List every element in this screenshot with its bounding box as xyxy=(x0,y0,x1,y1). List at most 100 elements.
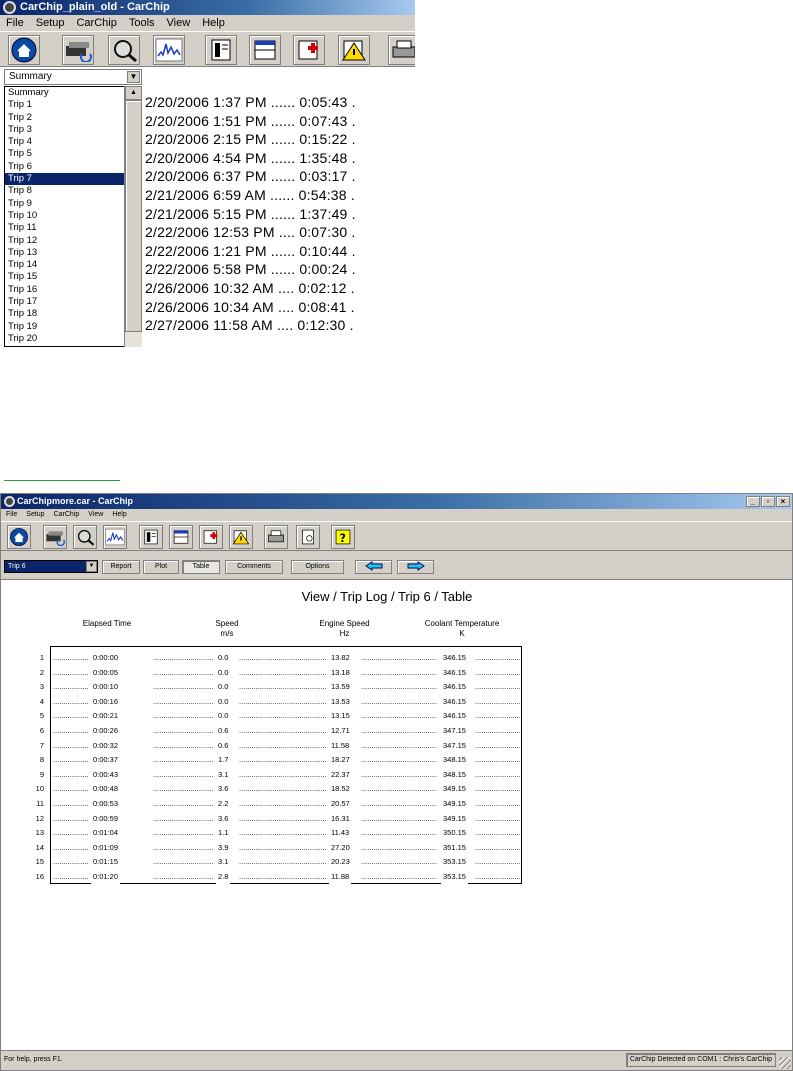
dropdown-option[interactable]: Trip 8 xyxy=(5,185,141,197)
menu-file[interactable]: File xyxy=(6,509,17,521)
row-number: 15 xyxy=(35,857,44,867)
dropdown-scrollbar[interactable]: ▲ xyxy=(124,86,142,347)
options-button[interactable]: Options xyxy=(291,560,344,574)
table-row: ........................................… xyxy=(51,840,521,856)
table-view-button[interactable]: Table xyxy=(182,560,220,574)
comments-button[interactable]: Comments xyxy=(225,560,283,574)
dropdown-option[interactable]: Trip 12 xyxy=(5,235,141,247)
home-icon xyxy=(11,37,37,63)
scroll-up-icon[interactable]: ▲ xyxy=(125,86,142,100)
cell-coolant: 346.15 xyxy=(441,709,468,724)
alert-button[interactable] xyxy=(199,525,223,549)
report-button[interactable] xyxy=(205,35,237,65)
chevron-down-icon[interactable]: ▼ xyxy=(127,71,140,83)
menu-help[interactable]: Help xyxy=(202,15,225,31)
leader-dots: ........................................… xyxy=(153,813,213,823)
menu-view[interactable]: View xyxy=(167,15,191,31)
window-title-bar[interactable]: CarChip_plain_old - CarChip xyxy=(0,0,415,15)
cell-speed: 0.0 xyxy=(216,680,231,695)
cell-engine: 11.88 xyxy=(329,870,352,885)
dropdown-option[interactable]: Trip 20 xyxy=(5,333,141,345)
row-number: 9 xyxy=(39,769,44,779)
menu-setup[interactable]: Setup xyxy=(26,509,44,521)
print-preview-icon xyxy=(302,529,314,545)
alert-button[interactable] xyxy=(293,35,325,65)
dropdown-option[interactable]: Trip 5 xyxy=(5,148,141,160)
trip-select[interactable]: Summary ▼ xyxy=(4,69,142,85)
minimize-button[interactable]: _ xyxy=(746,496,760,507)
menu-setup[interactable]: Setup xyxy=(36,15,65,31)
leader-dots: ........................................… xyxy=(153,872,213,881)
download-button[interactable] xyxy=(43,525,67,549)
leader-dots: ........................................… xyxy=(53,711,89,721)
dropdown-option[interactable]: Trip 14 xyxy=(5,259,141,271)
dropdown-option[interactable]: Trip 11 xyxy=(5,222,141,234)
dropdown-option[interactable]: Trip 1 xyxy=(5,99,141,111)
menu-tools[interactable]: Tools xyxy=(129,15,155,31)
table-button[interactable] xyxy=(249,35,281,65)
window-title-bar[interactable]: CarChipmore.car - CarChip _ ▫ × xyxy=(1,494,792,509)
leader-dots: ........................................… xyxy=(53,828,89,838)
dropdown-option[interactable]: Trip 2 xyxy=(5,112,141,124)
chevron-down-icon[interactable]: ▼ xyxy=(86,561,97,572)
dropdown-option[interactable]: Summary xyxy=(5,87,141,99)
print-button[interactable] xyxy=(388,35,415,65)
dropdown-option[interactable]: Trip 15 xyxy=(5,271,141,283)
table-row: ........................................… xyxy=(51,709,521,724)
home-button[interactable] xyxy=(8,35,40,65)
leader-dots: ........................................… xyxy=(53,784,89,794)
leader-dots: ........................................… xyxy=(475,682,520,692)
graph-button[interactable] xyxy=(153,35,185,65)
menu-carchip[interactable]: CarChip xyxy=(76,15,116,31)
dropdown-option[interactable]: Trip 4 xyxy=(5,136,141,148)
menu-bar: File Setup CarChip Tools View Help xyxy=(0,15,415,31)
dropdown-option[interactable]: Trip 18 xyxy=(5,308,141,320)
leader-dots: ........................................… xyxy=(153,667,213,677)
table-row: ........................................… xyxy=(51,680,521,695)
dropdown-option[interactable]: Trip 17 xyxy=(5,296,141,308)
dropdown-option[interactable]: Trip 16 xyxy=(5,284,141,296)
dropdown-option[interactable]: Trip 19 xyxy=(5,321,141,333)
help-button[interactable]: ? xyxy=(331,525,355,549)
print-button[interactable] xyxy=(264,525,288,549)
leader-dots: ........................................… xyxy=(361,799,437,808)
menu-bar: File Setup CarChip View Help xyxy=(1,509,792,521)
dropdown-option[interactable]: Trip 6 xyxy=(5,161,141,173)
help-icon: ? xyxy=(335,529,351,545)
report-view-button[interactable]: Report xyxy=(102,560,140,574)
menu-carchip[interactable]: CarChip xyxy=(54,509,80,521)
plot-view-button[interactable]: Plot xyxy=(143,560,179,574)
resize-grip-icon[interactable] xyxy=(779,1057,791,1069)
close-button[interactable]: × xyxy=(776,496,790,507)
trip-select[interactable]: Trip 6 ▼ xyxy=(4,560,98,573)
scrollbar-thumb[interactable] xyxy=(125,100,142,332)
table-button[interactable] xyxy=(169,525,193,549)
dropdown-option[interactable]: Trip 7 xyxy=(5,173,141,186)
home-button[interactable] xyxy=(7,525,31,549)
maximize-button[interactable]: ▫ xyxy=(761,496,775,507)
cell-speed: 3.6 xyxy=(216,782,231,797)
download-button[interactable] xyxy=(62,35,94,65)
print-preview-button[interactable] xyxy=(296,525,320,549)
cell-coolant: 348.15 xyxy=(441,753,468,768)
menu-help[interactable]: Help xyxy=(112,509,126,521)
previous-button[interactable] xyxy=(355,560,392,574)
next-button[interactable] xyxy=(397,560,434,574)
dropdown-option[interactable]: Trip 9 xyxy=(5,198,141,210)
report-button[interactable] xyxy=(139,525,163,549)
dropdown-option[interactable]: Trip 10 xyxy=(5,210,141,222)
dropdown-option[interactable]: Trip 13 xyxy=(5,247,141,259)
leader-dots: ........................................… xyxy=(361,828,437,838)
table-icon xyxy=(254,40,276,60)
leader-dots: ........................................… xyxy=(53,696,89,706)
warning-button[interactable] xyxy=(338,35,370,65)
menu-file[interactable]: File xyxy=(6,15,24,31)
inspect-button[interactable] xyxy=(73,525,97,549)
graph-button[interactable] xyxy=(103,525,127,549)
cell-time: 0:01:20 xyxy=(91,870,121,885)
inspect-button[interactable] xyxy=(108,35,140,65)
menu-view[interactable]: View xyxy=(88,509,103,521)
trip-dropdown-list: Summary Trip 1 Trip 2 Trip 3 Trip 4 Trip 5 Tri… xyxy=(4,86,142,347)
warning-button[interactable] xyxy=(229,525,253,549)
dropdown-option[interactable]: Trip 3 xyxy=(5,124,141,136)
